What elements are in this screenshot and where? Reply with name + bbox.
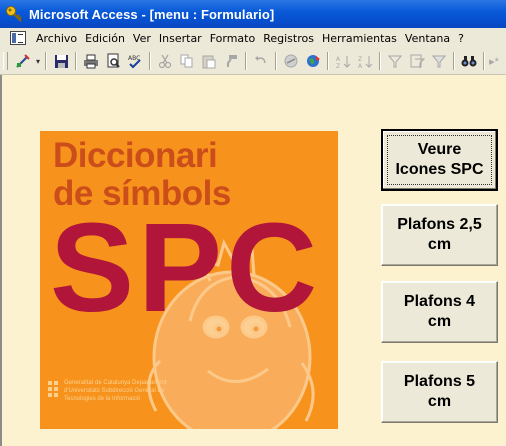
plafons-4-label: Plafons 4 cm — [403, 293, 476, 330]
toolbar-separator — [379, 52, 381, 70]
title-bar: Microsoft Access - [menu : Formulario] — [0, 0, 506, 28]
plafons-5-label: Plafons 5 cm — [403, 373, 476, 410]
cover-big-text: SPC — [50, 197, 322, 338]
copy-icon[interactable] — [176, 50, 198, 72]
toolbar-separator — [149, 52, 151, 70]
cut-icon[interactable] — [154, 50, 176, 72]
toolbar-separator — [453, 52, 455, 70]
toolbar: ▾ ABC AZ ZA ▸* — [0, 48, 506, 75]
filter-by-selection-icon[interactable] — [384, 50, 406, 72]
undo-icon[interactable] — [250, 50, 272, 72]
toolbar-separator — [45, 52, 47, 70]
svg-text:Z: Z — [358, 56, 362, 63]
focus-ring — [387, 135, 492, 185]
menu-insertar[interactable]: Insertar — [155, 32, 206, 45]
dropdown-arrow-icon[interactable]: ▾ — [34, 50, 42, 72]
menu-edicion[interactable]: Edición — [81, 32, 129, 45]
plafons-25-label: Plafons 2,5 cm — [397, 216, 482, 253]
toolbar-separator — [245, 52, 247, 70]
menu-help[interactable]: ? — [454, 32, 468, 45]
new-record-icon[interactable]: ▸* — [488, 50, 500, 72]
toolbar-separator — [483, 52, 485, 70]
form-document-icon[interactable] — [10, 31, 26, 45]
print-preview-icon[interactable] — [102, 50, 124, 72]
toolbar-grip[interactable] — [3, 52, 8, 70]
save-icon[interactable] — [50, 50, 72, 72]
find-icon[interactable] — [458, 50, 480, 72]
menu-formato[interactable]: Formato — [206, 32, 260, 45]
plafons-25-button[interactable]: Plafons 2,5 cm — [381, 204, 498, 266]
filter-by-form-icon[interactable] — [406, 50, 428, 72]
print-icon[interactable] — [80, 50, 102, 72]
toolbar-separator — [275, 52, 277, 70]
window-title: Microsoft Access - [menu : Formulario] — [29, 6, 275, 22]
design-view-icon[interactable] — [12, 50, 34, 72]
plafons-4-button[interactable]: Plafons 4 cm — [381, 281, 498, 343]
svg-text:A: A — [358, 63, 363, 69]
web-toolbar-icon[interactable] — [302, 50, 324, 72]
menu-ventana[interactable]: Ventana — [401, 32, 454, 45]
format-painter-icon[interactable] — [220, 50, 242, 72]
sort-ascending-icon[interactable]: AZ — [332, 50, 354, 72]
sort-descending-icon[interactable]: ZA — [354, 50, 376, 72]
spelling-icon[interactable]: ABC — [124, 50, 146, 72]
cover-logo-text: Generalitat de Catalunya Departament d'U… — [64, 380, 167, 402]
form-left-border — [0, 75, 2, 446]
menu-bar: Archivo Edición Ver Insertar Formato Reg… — [0, 28, 506, 48]
svg-text:A: A — [336, 56, 341, 63]
cover-image: Diccionari de símbols SPC Generalitat de… — [40, 131, 338, 429]
menu-registros[interactable]: Registros — [259, 32, 318, 45]
veure-icones-spc-button[interactable]: Veure Icones SPC — [381, 129, 498, 191]
menu-herramientas[interactable]: Herramientas — [318, 32, 401, 45]
plafons-5-button[interactable]: Plafons 5 cm — [381, 361, 498, 423]
apply-filter-icon[interactable] — [428, 50, 450, 72]
insert-hyperlink-icon[interactable] — [280, 50, 302, 72]
menu-archivo[interactable]: Archivo — [32, 32, 81, 45]
toolbar-separator — [75, 52, 77, 70]
access-key-icon[interactable] — [5, 5, 23, 23]
toolbar-separator — [327, 52, 329, 70]
paste-icon[interactable] — [198, 50, 220, 72]
svg-text:Z: Z — [336, 63, 340, 69]
cover-title-line1: Diccionari — [53, 136, 218, 175]
menu-ver[interactable]: Ver — [129, 32, 155, 45]
